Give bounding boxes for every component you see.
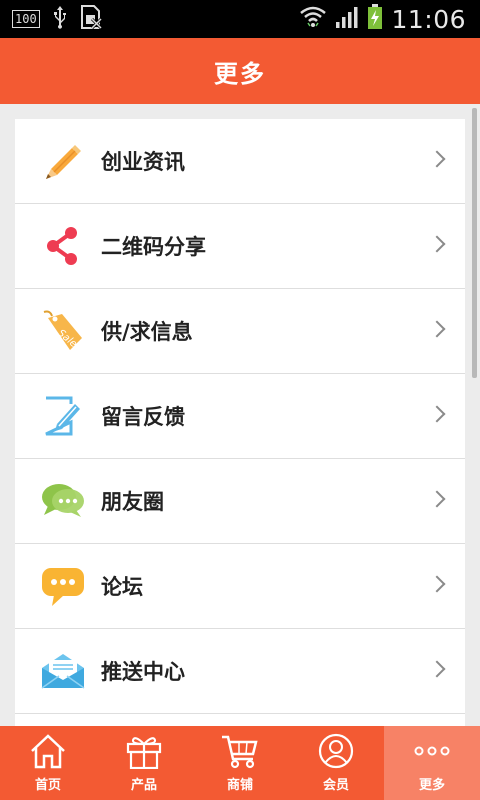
app-header: 更多 xyxy=(0,38,480,104)
chevron-right-icon xyxy=(428,490,446,508)
menu-item-label: 留言反馈 xyxy=(101,405,185,429)
envelope-icon xyxy=(39,647,87,695)
menu-item-label: 创业资讯 xyxy=(101,150,185,174)
usb-icon xyxy=(52,5,68,33)
menu-item-label: 朋友圈 xyxy=(101,490,164,514)
person-icon xyxy=(316,732,356,770)
nav-tab-more[interactable]: 更多 xyxy=(384,726,480,800)
status-left: 100 xyxy=(12,5,102,33)
nav-label: 更多 xyxy=(418,778,445,793)
chevron-right-icon xyxy=(428,235,446,253)
signal-icon xyxy=(335,5,359,33)
gift-icon xyxy=(124,732,164,770)
menu-item-feedback[interactable]: 留言反馈 xyxy=(15,374,465,459)
sale-tag-icon: Sale xyxy=(39,307,87,355)
scrollbar[interactable] xyxy=(472,108,477,378)
battery-charging-icon xyxy=(367,4,383,34)
bottom-nav: 首页 产品 商铺 会员 更多 xyxy=(0,726,480,800)
page-title: 更多 xyxy=(214,59,266,88)
pencil-icon xyxy=(39,137,87,185)
menu-item-forum[interactable]: 论坛 xyxy=(15,544,465,629)
menu-item-label: 供/求信息 xyxy=(101,320,193,344)
nav-tab-members[interactable]: 会员 xyxy=(288,726,384,800)
nav-label: 产品 xyxy=(130,778,157,793)
status-right: 11:06 xyxy=(299,4,466,34)
nav-label: 首页 xyxy=(34,778,61,793)
nav-tab-shops[interactable]: 商铺 xyxy=(192,726,288,800)
sim-card-icon xyxy=(80,5,102,33)
home-icon xyxy=(28,732,68,770)
battery-level-indicator: 100 xyxy=(12,10,40,28)
chevron-right-icon xyxy=(428,405,446,423)
more-dots-icon xyxy=(412,732,452,770)
clock: 11:06 xyxy=(391,4,466,34)
menu-item-qrcode-share[interactable]: 二维码分享 xyxy=(15,204,465,289)
menu-item-label: 二维码分享 xyxy=(101,235,206,259)
nav-tab-home[interactable]: 首页 xyxy=(0,726,96,800)
chat-bubbles-icon xyxy=(39,477,87,525)
menu-item-label: 论坛 xyxy=(101,575,143,599)
nav-label: 商铺 xyxy=(226,778,253,793)
chevron-right-icon xyxy=(428,575,446,593)
chevron-right-icon xyxy=(428,660,446,678)
menu-item-business-news[interactable]: 创业资讯 xyxy=(15,119,465,204)
menu-item-label: 推送中心 xyxy=(101,660,185,684)
edit-note-icon xyxy=(39,392,87,440)
nav-tab-products[interactable]: 产品 xyxy=(96,726,192,800)
status-bar: 100 11:06 xyxy=(0,0,480,38)
menu-item-push-center[interactable]: 推送中心 xyxy=(15,629,465,714)
chevron-right-icon xyxy=(428,150,446,168)
share-icon xyxy=(39,222,87,270)
menu-list: 创业资讯 二维码分享 Sale 供/求信息 留言反馈 朋友圈 论坛 推送中心 xyxy=(15,119,465,726)
menu-item-moments[interactable]: 朋友圈 xyxy=(15,459,465,544)
menu-item-supply-demand[interactable]: Sale 供/求信息 xyxy=(15,289,465,374)
chevron-right-icon xyxy=(428,320,446,338)
nav-label: 会员 xyxy=(322,778,349,793)
chat-bubble-icon xyxy=(39,562,87,610)
wifi-icon xyxy=(299,5,327,33)
cart-icon xyxy=(220,732,260,770)
